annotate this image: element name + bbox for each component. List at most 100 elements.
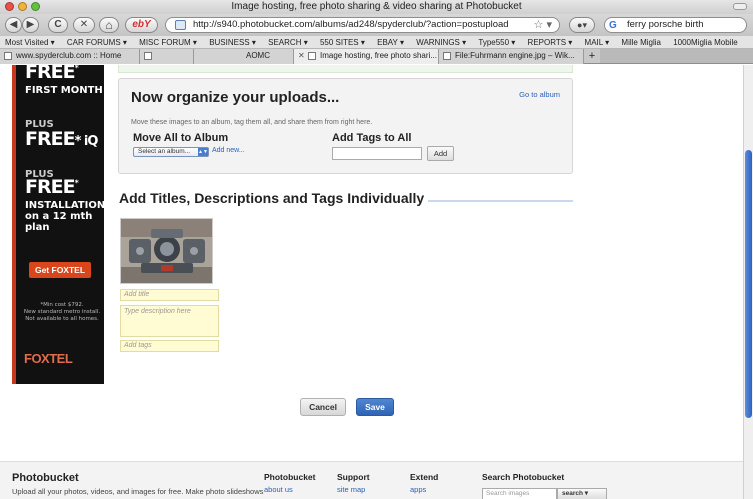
tab-label: File:Fuhrmann engine.jpg – Wik... bbox=[455, 51, 575, 60]
album-select-value: Select an album... bbox=[138, 148, 191, 155]
bookmark-misc-forum[interactable]: MISC FORUM ▾ bbox=[139, 38, 197, 47]
footer-search-input[interactable]: Search images bbox=[482, 488, 557, 499]
google-search-icon: G bbox=[609, 20, 617, 31]
new-tab-button[interactable]: + bbox=[584, 49, 600, 63]
cancel-button[interactable]: Cancel bbox=[300, 398, 346, 416]
tab-label: Image hosting, free photo shari... bbox=[320, 51, 437, 60]
section-divider bbox=[428, 200, 573, 202]
ad-line-first-month: FIRST MONTH bbox=[25, 85, 103, 96]
engine-photo-image bbox=[121, 219, 212, 283]
reload-icon: C bbox=[54, 19, 62, 30]
forward-button[interactable]: ▶ bbox=[22, 17, 39, 33]
move-all-label: Move All to Album bbox=[133, 132, 229, 144]
bookmark-mille-miglia[interactable]: Mille Miglia bbox=[621, 38, 661, 47]
tab-blank[interactable] bbox=[140, 49, 194, 64]
addon-button[interactable]: ●▾ bbox=[569, 17, 595, 33]
tab-photobucket[interactable]: ✕ Image hosting, free photo shari... bbox=[294, 49, 439, 64]
search-bar[interactable]: G ferry porsche birth bbox=[604, 17, 747, 33]
ad-line-installation: INSTALLATION bbox=[25, 200, 104, 211]
bookmark-car-forums[interactable]: CAR FORUMS ▾ bbox=[67, 38, 127, 47]
grid-icon bbox=[144, 52, 152, 60]
footer-brand: Photobucket bbox=[12, 472, 79, 484]
stop-icon: ✕ bbox=[79, 19, 89, 30]
bookmark-550-sites[interactable]: 550 SITES ▾ bbox=[320, 38, 365, 47]
bookmark-mail[interactable]: MAIL ▾ bbox=[585, 38, 610, 47]
get-foxtel-button[interactable]: Get FOXTEL bbox=[29, 262, 91, 278]
home-icon: ⌂ bbox=[105, 18, 113, 32]
window-title: Image hosting, free photo sharing & vide… bbox=[231, 1, 522, 12]
uploaded-image-thumbnail[interactable] bbox=[120, 218, 213, 284]
stop-button[interactable]: ✕ bbox=[73, 17, 95, 33]
ad-fine-print-1: *Min cost $792. bbox=[40, 302, 84, 308]
page-icon bbox=[4, 52, 12, 60]
close-tab-icon[interactable]: ✕ bbox=[298, 49, 305, 63]
bookmark-search[interactable]: SEARCH ▾ bbox=[268, 38, 308, 47]
tab-aomc[interactable]: AOMC bbox=[194, 49, 294, 64]
ad-line-plan: plan bbox=[25, 222, 50, 233]
window-controls bbox=[5, 2, 40, 11]
url-text: http://s940.photobucket.com/albums/ad248… bbox=[193, 19, 509, 30]
tags-all-input[interactable] bbox=[332, 147, 422, 160]
add-tags-all-label: Add Tags to All bbox=[332, 132, 412, 144]
minimize-window-button[interactable] bbox=[18, 2, 27, 11]
ad-line-free-iq: FREE* iQ bbox=[25, 128, 98, 150]
organize-uploads-panel: Now organize your uploads... Go to album… bbox=[118, 78, 573, 174]
photobucket-favicon-icon bbox=[308, 52, 316, 60]
footer-search-button[interactable]: search ▾ bbox=[557, 488, 607, 499]
tab-label: AOMC bbox=[246, 51, 270, 60]
navigation-toolbar: ◀ ▶ C ✕ ⌂ ebY http://s940.photobucket.co… bbox=[0, 14, 753, 36]
ad-fine-print-2: New standard metro install. bbox=[23, 309, 101, 315]
image-description-input[interactable]: Type description here bbox=[120, 305, 219, 337]
ebay-bookmark-button[interactable]: ebY bbox=[125, 17, 158, 33]
ad-line-12-mth: on a 12 mth bbox=[25, 211, 93, 222]
image-title-input[interactable]: Add title bbox=[120, 289, 219, 301]
footer-link-about-us[interactable]: about us bbox=[264, 485, 293, 494]
back-button[interactable]: ◀ bbox=[5, 17, 22, 33]
image-tags-input[interactable]: Add tags bbox=[120, 340, 219, 352]
home-button[interactable]: ⌂ bbox=[99, 17, 119, 33]
footer-col-photobucket: Photobucket bbox=[264, 472, 316, 482]
footer-link-site-map[interactable]: site map bbox=[337, 485, 365, 494]
zoom-window-button[interactable] bbox=[31, 2, 40, 11]
bookmark-ebay[interactable]: EBAY ▾ bbox=[377, 38, 404, 47]
bookmark-business[interactable]: BUSINESS ▾ bbox=[209, 38, 256, 47]
bookmark-star-icon[interactable]: ☆ ▾ bbox=[534, 18, 552, 32]
close-window-button[interactable] bbox=[5, 2, 14, 11]
toolbar-toggle-button[interactable] bbox=[733, 3, 747, 10]
add-tags-button[interactable]: Add bbox=[427, 146, 454, 161]
page-footer: Photobucket Upload all your photos, vide… bbox=[0, 461, 743, 499]
foxtel-logo: FOXTEL bbox=[24, 351, 73, 366]
footer-col-support: Support bbox=[337, 472, 370, 482]
ebay-logo-icon: ebY bbox=[132, 19, 151, 30]
footer-col-extend: Extend bbox=[410, 472, 439, 482]
window-titlebar: Image hosting, free photo sharing & vide… bbox=[0, 0, 753, 14]
add-new-album-link[interactable]: Add new... bbox=[212, 147, 245, 154]
vertical-scrollbar-thumb[interactable] bbox=[745, 150, 752, 418]
back-arrow-icon: ◀ bbox=[9, 19, 18, 30]
forward-arrow-icon: ▶ bbox=[26, 19, 35, 30]
search-text: ferry porsche birth bbox=[627, 19, 704, 30]
bookmark-1000miglia-mobile[interactable]: 1000Miglia Mobile bbox=[673, 38, 737, 47]
reload-button[interactable]: C bbox=[48, 17, 68, 33]
ad-line-free-2: FREE* bbox=[25, 176, 79, 198]
tab-wikipedia[interactable]: File:Fuhrmann engine.jpg – Wik... bbox=[439, 49, 584, 64]
bookmark-warnings[interactable]: WARNINGS ▾ bbox=[416, 38, 466, 47]
ad-line-free: FREE* bbox=[25, 65, 79, 83]
album-select[interactable]: Select an album... ▲▼ bbox=[133, 147, 209, 157]
site-favicon-icon bbox=[175, 20, 186, 30]
bookmarks-toolbar: Most Visited ▾ CAR FORUMS ▾ MISC FORUM ▾… bbox=[0, 36, 753, 49]
bookmark-most-visited[interactable]: Most Visited ▾ bbox=[5, 38, 55, 47]
bookmark-type550[interactable]: Type550 ▾ bbox=[478, 38, 515, 47]
organize-description: Move these images to an album, tag them … bbox=[131, 119, 373, 126]
foxtel-ad-banner[interactable]: FREE* FIRST MONTH PLUS FREE* iQ PLUS FRE… bbox=[12, 65, 104, 384]
tab-label: www.spyderclub.com :: Home bbox=[16, 51, 122, 60]
url-bar[interactable]: http://s940.photobucket.com/albums/ad248… bbox=[165, 17, 560, 33]
save-button[interactable]: Save bbox=[356, 398, 394, 416]
footer-tagline: Upload all your photos, videos, and imag… bbox=[12, 487, 264, 496]
tab-strip: www.spyderclub.com :: Home AOMC ✕ Image … bbox=[0, 49, 753, 64]
go-to-album-link[interactable]: Go to album bbox=[519, 90, 560, 99]
tab-spyderclub[interactable]: www.spyderclub.com :: Home bbox=[0, 49, 140, 64]
ad-fine-print-3: Not available to all homes. bbox=[25, 316, 99, 322]
footer-link-apps[interactable]: apps bbox=[410, 485, 426, 494]
bookmark-reports[interactable]: REPORTS ▾ bbox=[528, 38, 573, 47]
